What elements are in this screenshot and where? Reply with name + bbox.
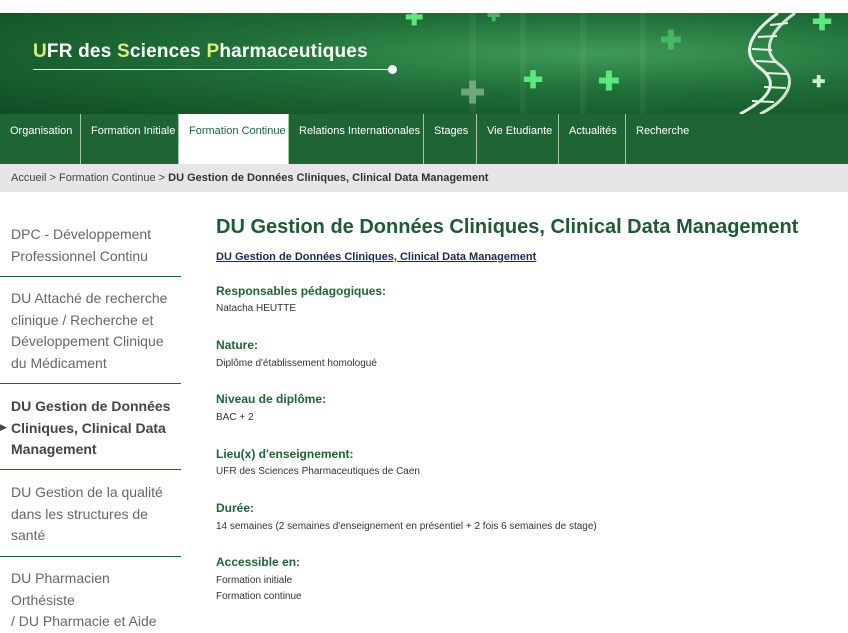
banner-stripe [580,13,586,114]
sidebar-nav: DPC - Développement Professionnel Contin… [0,192,182,629]
nav-item-vie-etudiante[interactable]: Vie Etudiante [477,114,559,164]
sidebar-item-line: DPC - Développement [11,226,152,242]
header-banner: UFR des Sciences Pharmaceutiques ✚ ✚ ✚ ✚… [0,13,848,114]
plus-cross-icon: ✚ [405,13,424,30]
sidebar-item-line: Professionnel Continu [11,247,148,264]
sidebar-item-line: DU Gestion de Données [11,398,171,414]
plus-cross-icon: ✚ [460,77,486,110]
top-gap [0,0,848,13]
breadcrumb-current: DU Gestion de Données Cliniques, Clinica… [168,172,489,184]
field-label-accessible: Accessible en: [216,555,301,569]
field-label-niveau: Niveau de diplôme: [216,392,327,406]
nav-item-formation-initiale[interactable]: Formation Initiale [81,114,179,164]
nav-item-actualites[interactable]: Actualités [559,114,626,164]
field-value-accessible: Formation continue [216,591,302,602]
field-label-responsables: Responsables pédagogiques: [216,284,387,298]
sidebar-item-line: Management [11,441,97,457]
field-value-duree: 14 semaines (2 semaines d'enseignement e… [216,521,597,532]
banner-stripe [640,13,646,114]
nav-item-organisation[interactable]: Organisation [0,114,81,164]
title-letter: P [206,41,220,62]
plus-cross-icon: ✚ [523,67,544,94]
field-label-nature: Nature: [216,338,259,352]
sidebar-item-dpc[interactable]: DPC - Développement Professionnel Contin… [0,224,181,277]
site-title[interactable]: UFR des Sciences Pharmaceutiques [33,41,368,63]
title-text: ciences [129,41,207,62]
dna-helix-icon [739,13,796,114]
breadcrumb: Accueil > Formation Continue > DU Gestio… [0,164,848,192]
field-label-duree: Durée: [216,501,255,515]
main-nav: Organisation Formation Initiale Formatio… [0,114,848,164]
nav-item-relations-internationales[interactable]: Relations Internationales [289,114,424,164]
arrow-right-icon: ▶ [0,422,7,432]
banner-stripe [520,13,526,114]
field-value-niveau: BAC + 2 [216,412,254,423]
breadcrumb-separator: > [155,172,169,184]
sidebar-item-line: du Médicament [11,354,107,371]
breadcrumb-section-link[interactable]: Formation Continue [59,172,156,184]
sidebar-item-line: DU Gestion de la qualité [11,484,163,500]
title-letter: S [116,41,130,62]
field-value-nature: Diplôme d'établissement homologué [216,358,377,369]
sidebar-item-du-gestion-qualite[interactable]: DU Gestion de la qualité dans les struct… [0,482,181,557]
field-label-lieu: Lieu(x) d'enseignement: [216,447,354,461]
sidebar-item-line: / DU Pharmacie et Aide [11,613,157,629]
plus-cross-icon: ✚ [660,25,682,55]
plus-cross-icon: ✚ [812,74,826,91]
nav-item-stages[interactable]: Stages [424,114,477,164]
sidebar-item-line: DU Attaché de recherche [11,290,168,306]
title-text: FR des [46,41,117,62]
nav-item-recherche[interactable]: Recherche [626,114,716,164]
field-value-responsables: Natacha HEUTTE [216,303,297,314]
title-text: harmaceutiques [219,41,368,62]
sidebar-item-du-pharmacien-orthesiste[interactable]: DU Pharmacien Orthésiste / DU Pharmacie … [0,568,181,629]
sidebar-item-line: dans les structures de [11,505,148,522]
sidebar-item-line: clinique / Recherche et [11,311,154,328]
title-dot [388,65,397,74]
nav-item-formation-continue[interactable]: Formation Continue [179,114,289,164]
breadcrumb-home-link[interactable]: Accueil [11,172,46,184]
sidebar-item-line: santé [11,527,46,543]
plus-cross-icon: ✚ [812,13,833,36]
sidebar-item-du-attache-recherche[interactable]: DU Attaché de recherche clinique / Reche… [0,288,181,384]
sidebar-item-du-gestion-donnees[interactable]: DU Gestion de Données Cliniques, Clinica… [0,396,181,470]
plus-cross-icon: ✚ [487,13,501,25]
program-link[interactable]: DU Gestion de Données Cliniques, Clinica… [216,251,536,263]
title-letter: U [33,41,47,62]
sidebar-item-line: DU Pharmacien Orthésiste [11,570,110,608]
sidebar-item-line: Développement Clinique [11,333,164,349]
field-value-accessible: Formation initiale [216,575,293,586]
field-value-lieu: UFR des Sciences Pharmaceutiques de Caen [216,466,420,477]
plus-cross-icon: ✚ [598,66,620,96]
breadcrumb-separator: > [46,172,60,184]
sidebar-item-line: Cliniques, Clinical Data [11,419,166,436]
page-title: DU Gestion de Données Cliniques, Clinica… [216,216,799,238]
title-underline [33,69,393,70]
